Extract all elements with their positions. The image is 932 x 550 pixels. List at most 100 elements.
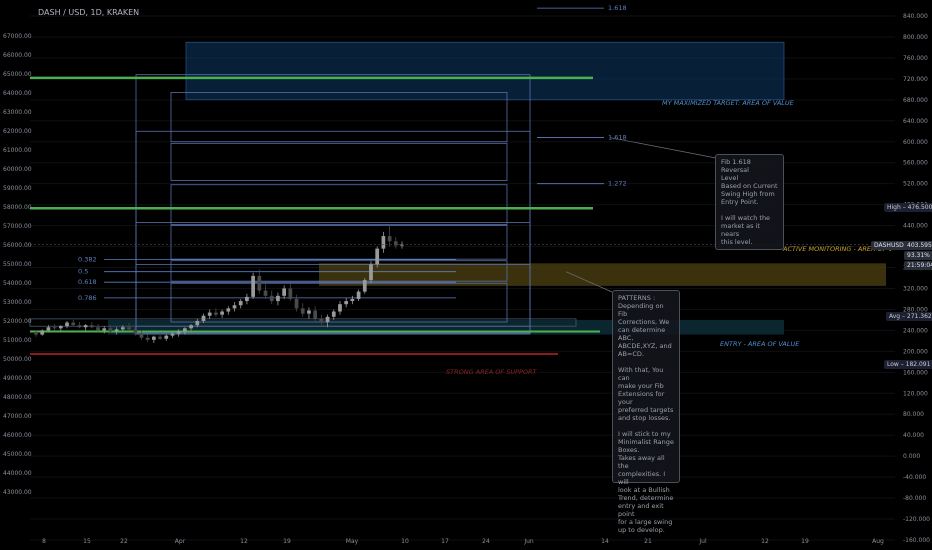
x-axis-tick: 19 xyxy=(283,538,291,545)
candle-body xyxy=(269,295,274,302)
fib-level-label: 1.272 xyxy=(608,180,627,188)
x-axis-tick: 21 xyxy=(644,538,652,545)
left-axis-tick: 64000.00 xyxy=(3,90,32,97)
candle-body xyxy=(102,328,107,331)
candle-body xyxy=(331,311,336,317)
x-axis-tick: Jun xyxy=(523,538,534,545)
left-axis-tick: 46000.00 xyxy=(3,432,32,439)
candle-body xyxy=(276,295,280,302)
x-axis-tick: 15 xyxy=(83,538,91,545)
candle-body xyxy=(214,312,218,315)
range-box xyxy=(170,142,508,181)
x-axis-tick: 12 xyxy=(240,538,248,545)
right-axis-tick: 760.000 xyxy=(903,55,928,62)
candle-body xyxy=(201,315,206,321)
left-axis-tick: 54000.00 xyxy=(3,280,32,287)
x-axis-tick: 12 xyxy=(761,538,769,545)
candle-body xyxy=(288,288,293,299)
candle-body xyxy=(307,310,311,314)
left-axis-tick: 57000.00 xyxy=(3,223,32,230)
support-label: STRONG AREA OF SUPPORT xyxy=(446,368,537,376)
right-axis-tick: -40.000 xyxy=(903,474,926,481)
range-box xyxy=(170,282,508,323)
candle-body xyxy=(294,298,299,309)
range-box xyxy=(135,130,531,335)
candle-body xyxy=(34,333,38,335)
left-axis-tick: 60000.00 xyxy=(3,166,32,173)
right-axis-tick: -120.000 xyxy=(903,516,930,523)
max-target-zone xyxy=(185,41,785,101)
right-axis-tick: 800.000 xyxy=(903,34,928,41)
right-axis-tick: 440.000 xyxy=(903,223,928,230)
candle-body xyxy=(344,301,349,305)
candle-body xyxy=(114,329,119,332)
right-axis-tick: 240.000 xyxy=(903,327,928,334)
chart-title: DASH / USD, 1D, KRAKEN xyxy=(38,8,140,17)
x-axis-tick: 19 xyxy=(801,538,809,545)
candle-body xyxy=(263,290,268,296)
candle-body xyxy=(369,264,373,281)
candle-body xyxy=(356,291,361,299)
left-axis-tick: 44000.00 xyxy=(3,470,32,477)
right-axis-tick: 320.000 xyxy=(903,285,928,292)
candle-body xyxy=(71,322,76,326)
candle-body xyxy=(232,305,237,309)
candle-body xyxy=(325,316,330,323)
candle-body xyxy=(282,288,286,296)
candle-body xyxy=(238,301,243,306)
x-axis-tick: May xyxy=(346,538,359,545)
x-axis-tick: Jul xyxy=(698,538,707,545)
right-axis-tick: 0.000 xyxy=(903,453,920,460)
note-connector xyxy=(609,137,717,159)
right-axis-tick: 600.000 xyxy=(903,139,928,146)
x-axis-tick: 17 xyxy=(441,538,449,545)
price-chart[interactable]: 0.3820.50.6180.7861.2721.6181.618840.000… xyxy=(0,0,932,550)
candle-body xyxy=(381,236,386,249)
right-axis-tick: 640.000 xyxy=(903,118,928,125)
fib-note[interactable]: Fib 1.618 Reversal Level Based on Curren… xyxy=(715,154,784,250)
left-axis-tick: 67000.00 xyxy=(3,33,32,40)
candle-body xyxy=(338,304,342,312)
right-axis-tick: 200.000 xyxy=(903,348,928,355)
left-axis-tick: 65000.00 xyxy=(3,71,32,78)
left-axis-tick: 58000.00 xyxy=(3,204,32,211)
left-axis-tick: 59000.00 xyxy=(3,185,32,192)
symbol-tag: DASHUSD xyxy=(871,241,907,250)
candle-body xyxy=(251,275,255,297)
fib-level-label: 0.786 xyxy=(78,294,97,302)
candle-body xyxy=(189,325,193,329)
candle-body xyxy=(207,312,212,316)
candle-body xyxy=(319,318,324,323)
right-axis-tick: 40.000 xyxy=(903,432,924,439)
candle-body xyxy=(83,325,88,328)
candle-body xyxy=(65,322,69,327)
left-axis-tick: 49000.00 xyxy=(3,375,32,382)
candle-body xyxy=(120,327,125,330)
candle-body xyxy=(158,336,162,339)
candle-body xyxy=(362,280,367,292)
left-axis-tick: 63000.00 xyxy=(3,109,32,116)
chart-root: 0.382 0.5 0.618 0.786 1.272 1.618 1.618 840.000… xyxy=(0,0,932,550)
right-axis-tick: 80.000 xyxy=(903,411,924,418)
last-price-tag: 403.595 xyxy=(904,241,932,250)
left-axis-tick: 50000.00 xyxy=(3,356,32,363)
left-axis-tick: 56000.00 xyxy=(3,242,32,249)
candle-body xyxy=(375,248,380,265)
right-axis-tick: 840.000 xyxy=(903,13,928,20)
candle-body xyxy=(300,308,305,314)
candle-body xyxy=(220,311,224,315)
low-tag: Low – 182.091 xyxy=(884,360,932,369)
left-axis-tick: 53000.00 xyxy=(3,299,32,306)
right-axis-tick: 120.000 xyxy=(903,390,928,397)
countdown-tag: 21:59:04 xyxy=(904,261,932,270)
candle-body xyxy=(387,236,392,242)
patterns-note[interactable]: PATTERNS : Depending on Fib Corrections,… xyxy=(612,290,680,534)
candle-body xyxy=(350,298,355,302)
candle-body xyxy=(183,328,187,332)
max-target-label: MY MAXIMIZED TARGET: AREA OF VALUE xyxy=(662,99,794,107)
x-axis-tick: Aug xyxy=(872,538,884,545)
high-tag: High – 476.500 xyxy=(884,203,932,212)
candle-body xyxy=(58,326,63,329)
candle-body xyxy=(226,308,231,312)
x-axis-tick: 14 xyxy=(601,538,609,545)
